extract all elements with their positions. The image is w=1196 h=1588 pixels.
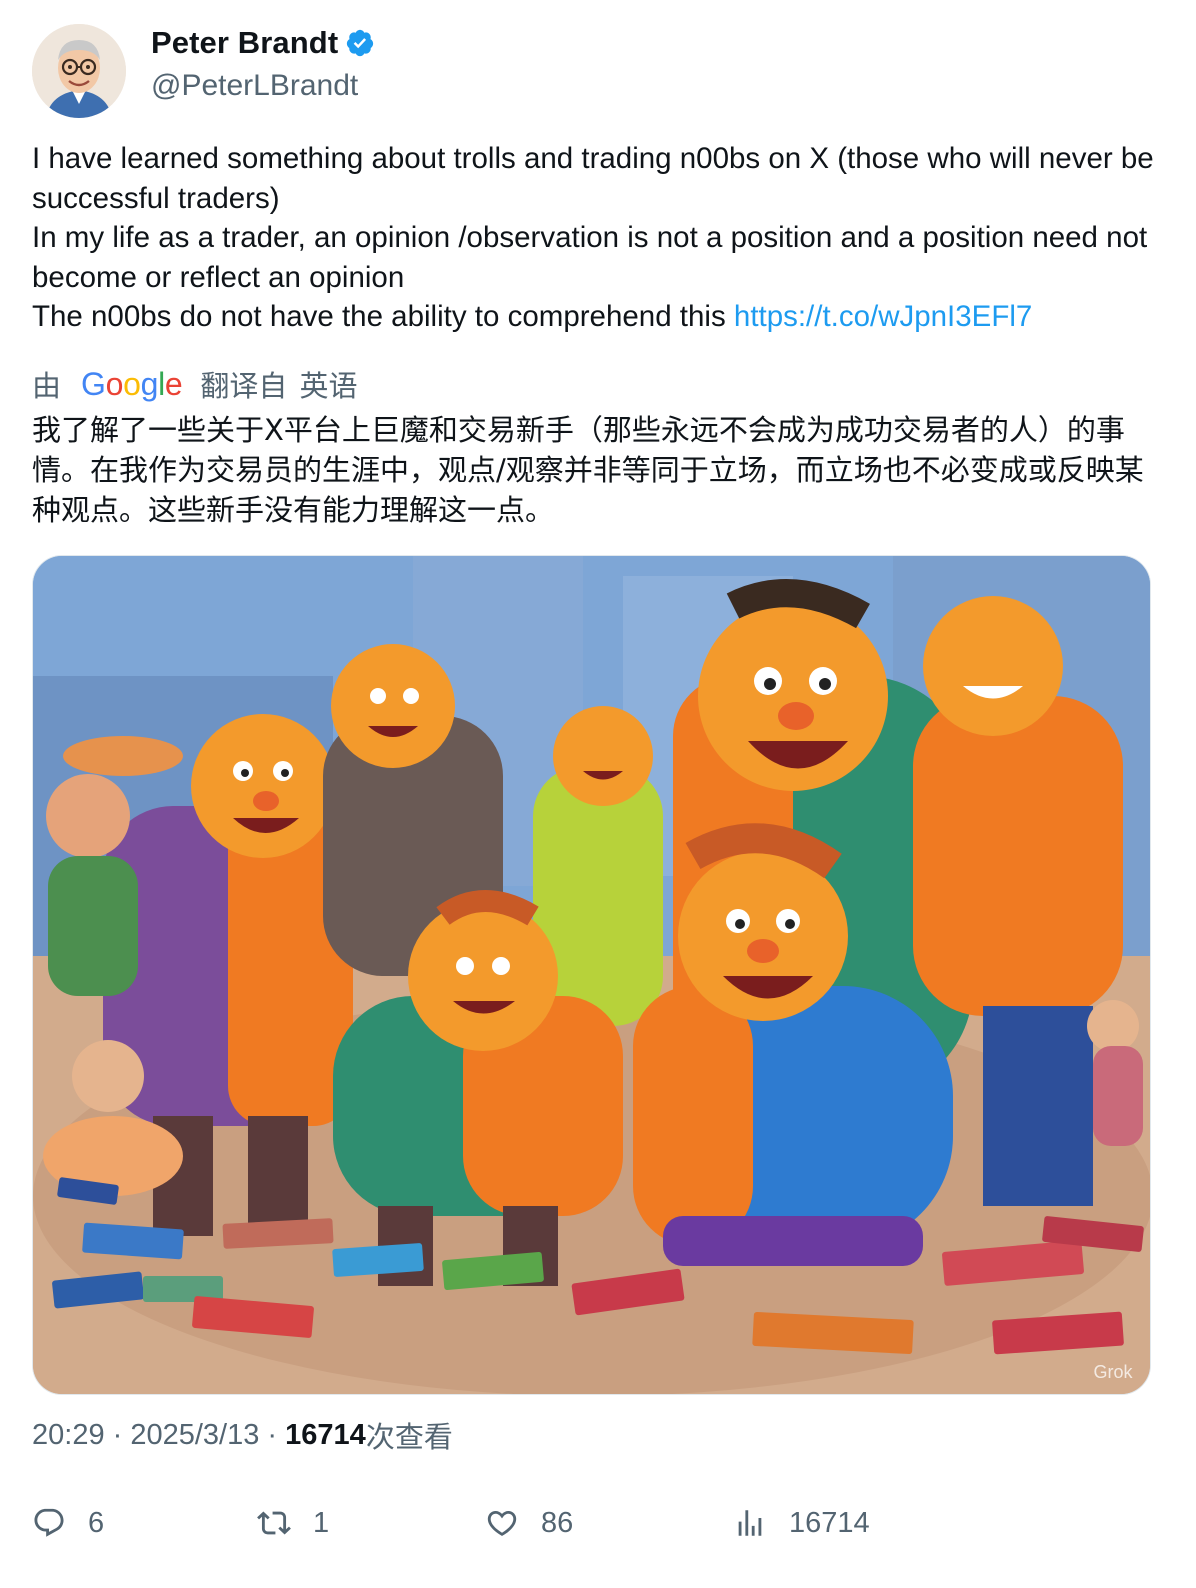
tweet-body: I have learned something about trolls an… [32, 139, 1162, 337]
tweet-time[interactable]: 20:29 [32, 1419, 105, 1452]
meta-separator: · [259, 1418, 286, 1451]
avatar[interactable] [32, 24, 126, 118]
grok-watermark: Grok [1093, 1362, 1133, 1382]
translation-prefix: 由 [32, 369, 62, 403]
avatar-image [32, 24, 126, 118]
repost-count: 1 [313, 1506, 330, 1539]
heart-icon [487, 1510, 517, 1536]
tweet-header: Peter Brandt @PeterLBrandt [32, 24, 1162, 120]
trolls-illustration: Grok [33, 556, 1150, 1394]
tweet-metadata: 20:29 · 2025/3/13 · 16714 次查看 [32, 1414, 453, 1456]
views-label: 次查看 [365, 1420, 453, 1454]
like-count: 86 [541, 1506, 574, 1539]
repost-icon [257, 1511, 291, 1535]
reply-icon [34, 1508, 64, 1537]
tweet-actions: 6 1 86 16714 [32, 1500, 1162, 1546]
like-button[interactable]: 86 [485, 1500, 573, 1546]
author-handle[interactable]: @PeterLBrandt [151, 69, 375, 103]
repost-button[interactable]: 1 [257, 1500, 329, 1546]
tweet-date[interactable]: 2025/3/13 [130, 1419, 259, 1452]
views-button[interactable]: 16714 [733, 1500, 870, 1546]
tweet-image[interactable]: Grok [32, 555, 1151, 1395]
author-display-name[interactable]: Peter Brandt [151, 25, 338, 61]
translation-from-label: 翻译自 [200, 369, 288, 403]
verified-badge-icon [347, 29, 374, 57]
views-count-action: 16714 [789, 1506, 870, 1539]
meta-separator: · [104, 1418, 131, 1451]
google-logo-icon: Google [81, 365, 183, 402]
translation-attribution: 由 Google 翻译自 英语 [32, 363, 357, 405]
translated-text: 我了解了一些关于X平台上巨魔和交易新手（那些永远不会成为成功交易者的人）的事情。… [32, 413, 1144, 527]
translation-source-language: 英语 [299, 369, 358, 403]
tweet-link[interactable]: https://t.co/wJpnI3EFl7 [734, 300, 1032, 333]
reply-count: 6 [88, 1506, 105, 1539]
reply-button[interactable]: 6 [32, 1500, 104, 1546]
analytics-icon [738, 1510, 762, 1536]
views-count: 16714 [285, 1418, 366, 1451]
